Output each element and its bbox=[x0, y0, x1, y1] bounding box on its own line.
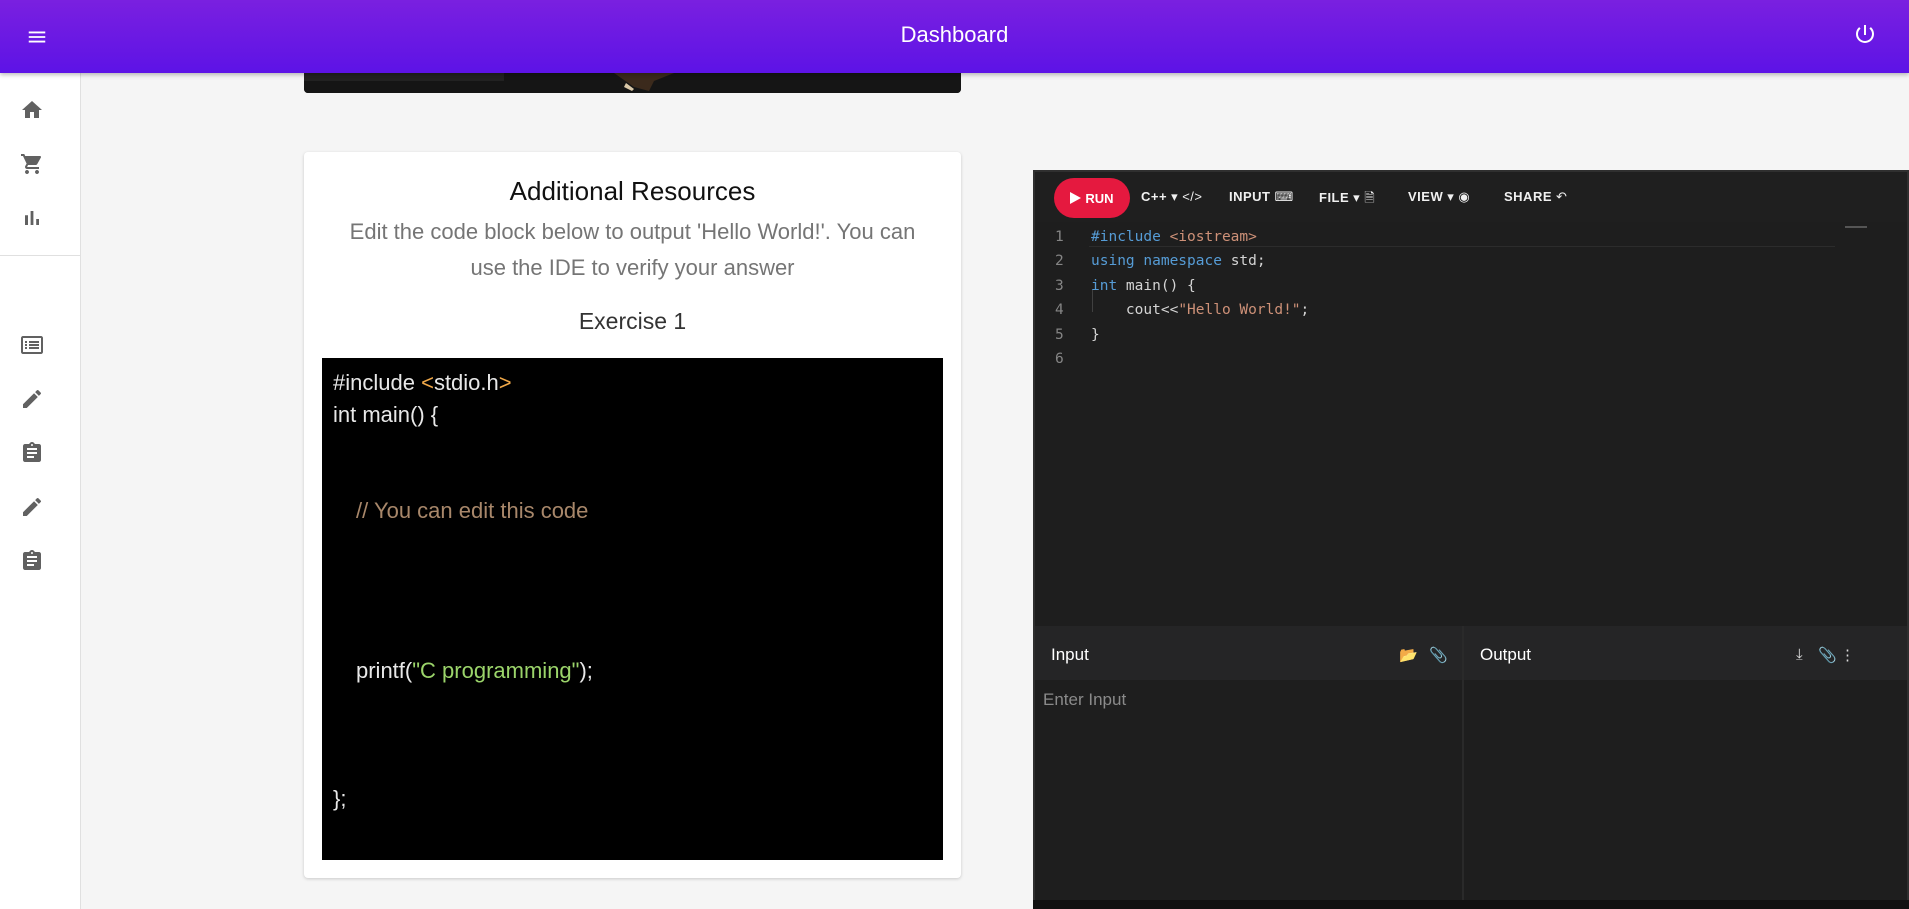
file-icon: ▾ 🗎 bbox=[1353, 190, 1376, 205]
sidebar-divider bbox=[0, 255, 80, 256]
line-number: 2 bbox=[1055, 253, 1064, 269]
app-bar: Dashboard bbox=[0, 0, 1909, 73]
language-dropdown[interactable]: C++ ▾ </> bbox=[1141, 189, 1203, 205]
page-title: Dashboard bbox=[900, 22, 1009, 47]
editor-line: cout<<"Hello World!"; bbox=[1091, 302, 1310, 318]
output-label: Output bbox=[1480, 645, 1532, 664]
code-icon: ▾ </> bbox=[1171, 189, 1203, 204]
line-number: 6 bbox=[1055, 351, 1064, 367]
share-icon: ↶ bbox=[1556, 189, 1568, 204]
input-label: Input bbox=[1051, 645, 1089, 664]
code-line-printf: printf("C programming"); bbox=[356, 658, 593, 683]
output-header: Output ⤓ 📎 ⋮ bbox=[1464, 626, 1907, 680]
file-menu[interactable]: FILE ▾ 🗎 bbox=[1319, 189, 1375, 211]
input-header: Input 📂 📎 bbox=[1035, 626, 1462, 680]
editable-code-block[interactable]: #include <stdio.h> int main() { // You c… bbox=[322, 358, 943, 860]
sidebar bbox=[0, 73, 81, 909]
line-number: 4 bbox=[1055, 302, 1064, 318]
code-editor[interactable]: 1 2 3 4 5 6 #include <iostream> using na… bbox=[1035, 222, 1907, 626]
pencil-icon[interactable] bbox=[20, 495, 44, 519]
ide-bottom-bar bbox=[1033, 900, 1909, 909]
more-vert-icon[interactable]: ⋮ bbox=[1840, 646, 1855, 664]
stdin-input[interactable] bbox=[1035, 680, 1462, 909]
resources-card: Additional Resources Edit the code block… bbox=[304, 152, 961, 878]
editor-line: } bbox=[1091, 327, 1100, 343]
output-area bbox=[1464, 680, 1907, 909]
power-icon[interactable] bbox=[1853, 22, 1879, 48]
ide-panel: RUN C++ ▾ </> INPUT ⌨ FILE ▾ 🗎 VIEW ▾ ◉ SHAR… bbox=[1033, 170, 1909, 909]
editor-line: using namespace std; bbox=[1091, 253, 1266, 269]
minimap[interactable] bbox=[1845, 226, 1867, 228]
clipboard-icon[interactable] bbox=[20, 549, 44, 573]
exercise-title: Exercise 1 bbox=[578, 308, 687, 334]
input-toggle[interactable]: INPUT ⌨ bbox=[1229, 189, 1294, 205]
paperclip-icon[interactable]: 📎 bbox=[1429, 646, 1448, 664]
cart-icon[interactable] bbox=[20, 152, 44, 176]
clipboard-icon[interactable] bbox=[20, 441, 44, 465]
input-area bbox=[1035, 680, 1462, 909]
video-player[interactable] bbox=[304, 73, 961, 93]
card-heading: Additional Resources bbox=[509, 176, 756, 206]
keyboard-icon: ⌨ bbox=[1274, 189, 1294, 204]
bar-chart-icon[interactable] bbox=[20, 206, 44, 230]
paperclip-icon[interactable]: 📎 bbox=[1818, 646, 1837, 664]
line-number: 3 bbox=[1055, 278, 1064, 294]
play-icon bbox=[1070, 192, 1082, 204]
run-button[interactable]: RUN bbox=[1054, 178, 1130, 218]
ide-toolbar: RUN C++ ▾ </> INPUT ⌨ FILE ▾ 🗎 VIEW ▾ ◉ SHAR… bbox=[1035, 172, 1907, 222]
eye-icon: ▾ ◉ bbox=[1447, 189, 1471, 204]
share-button[interactable]: SHARE ↶ bbox=[1504, 189, 1567, 205]
editor-line: int main() { bbox=[1091, 278, 1196, 294]
pencil-icon[interactable] bbox=[20, 387, 44, 411]
code-line-include: #include <stdio.h> bbox=[333, 370, 512, 395]
code-comment: // You can edit this code bbox=[356, 498, 589, 523]
code-line-closing: }; bbox=[333, 786, 347, 811]
view-menu[interactable]: VIEW ▾ ◉ bbox=[1408, 189, 1470, 205]
card-description: Edit the code block below to output 'Hel… bbox=[349, 219, 916, 280]
home-icon[interactable] bbox=[20, 98, 44, 122]
folder-open-icon[interactable]: 📂 bbox=[1399, 646, 1418, 664]
code-line-main: int main() { bbox=[333, 402, 439, 427]
download-icon[interactable]: ⤓ bbox=[1796, 646, 1803, 663]
line-number: 5 bbox=[1055, 327, 1064, 343]
list-icon[interactable] bbox=[20, 333, 44, 357]
line-number: 1 bbox=[1055, 229, 1064, 245]
editor-line: #include <iostream> bbox=[1091, 229, 1257, 245]
